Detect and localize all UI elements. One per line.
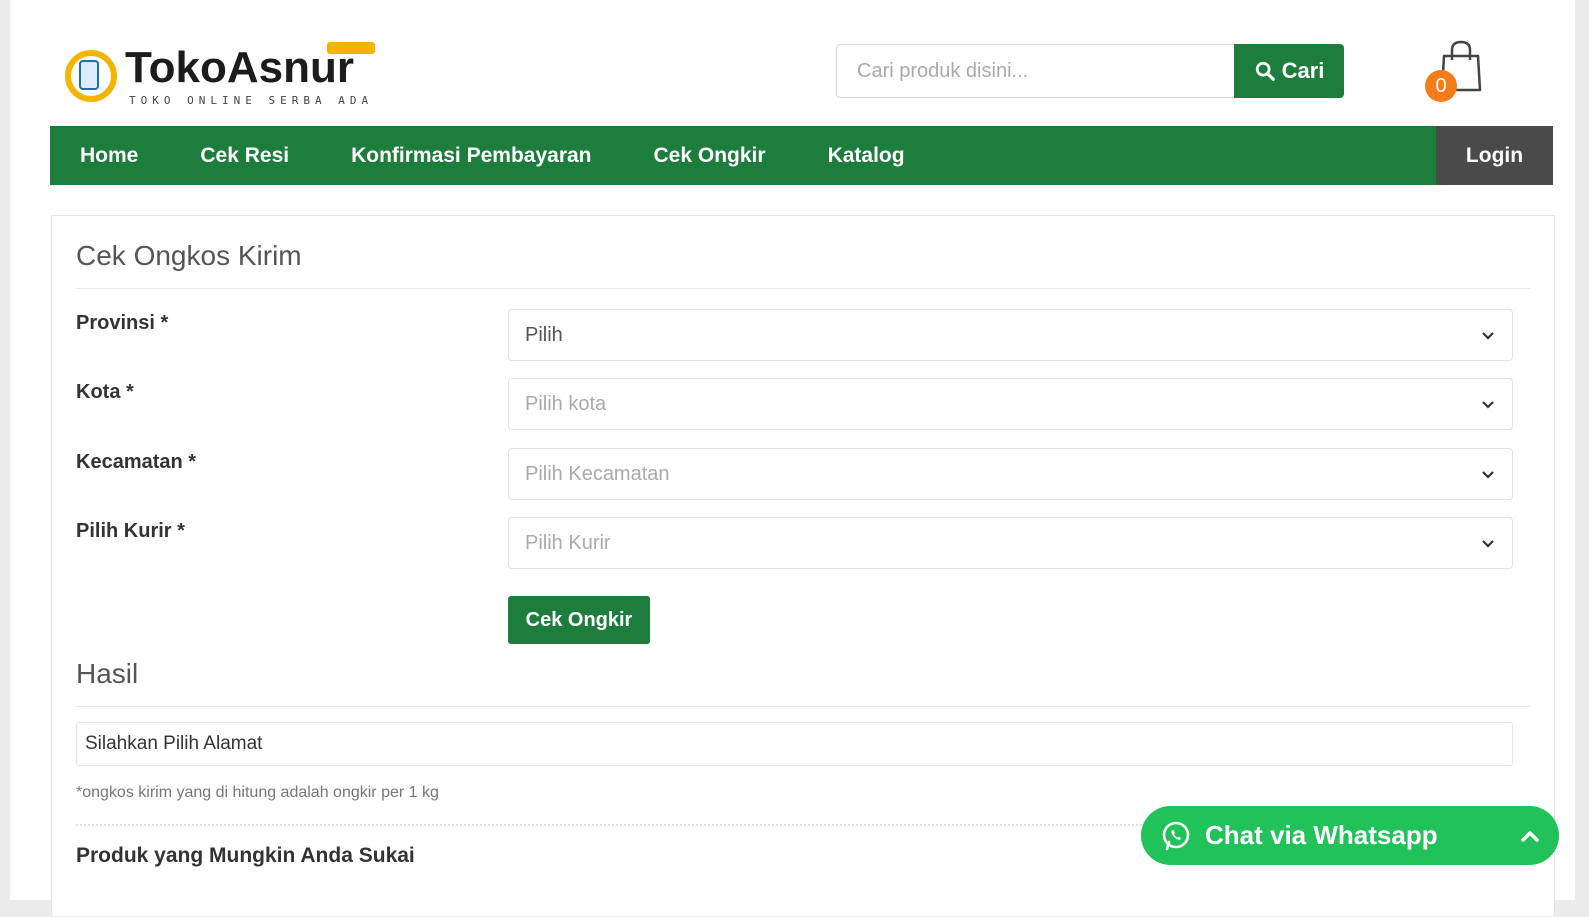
logo-text: TokoAsnur (125, 43, 354, 92)
logo-tagline: TOKO ONLINE SERBA ADA (129, 94, 374, 107)
divider (76, 706, 1530, 707)
login-button[interactable]: Login (1436, 126, 1553, 185)
district-select-value: Pilih Kecamatan (525, 462, 670, 485)
related-products-title: Produk yang Mungkin Anda Sukai (76, 844, 415, 867)
result-title: Hasil (76, 658, 139, 689)
main-nav: Home Cek Resi Konfirmasi Pembayaran Cek … (50, 126, 1553, 185)
cart-count-badge: 0 (1425, 70, 1457, 102)
result-box: Silahkan Pilih Alamat (76, 722, 1513, 766)
courier-select[interactable]: Pilih Kurir (508, 517, 1513, 569)
whatsapp-chat-button[interactable]: Chat via Whatsapp (1141, 806, 1559, 865)
city-select[interactable]: Pilih kota (508, 378, 1513, 430)
page-title: Cek Ongkos Kirim (76, 240, 302, 271)
nav-item-cek-ongkir[interactable]: Cek Ongkir (623, 126, 797, 185)
nav-item-home[interactable]: Home (50, 126, 169, 185)
chevron-down-icon (1482, 540, 1494, 548)
cek-ongkir-button[interactable]: Cek Ongkir (508, 596, 650, 644)
district-select[interactable]: Pilih Kecamatan (508, 448, 1513, 500)
province-label: Provinsi * (76, 312, 169, 334)
city-select-value: Pilih kota (525, 392, 607, 415)
province-select-value: Pilih (525, 323, 563, 346)
shipping-note: *ongkos kirim yang di hitung adalah ongk… (76, 784, 439, 801)
whatsapp-icon (1162, 821, 1190, 850)
whatsapp-chat-label: Chat via Whatsapp (1205, 820, 1438, 850)
chevron-down-icon (1482, 471, 1494, 479)
nav-item-cek-resi[interactable]: Cek Resi (169, 126, 320, 185)
chevron-down-icon (1482, 332, 1494, 340)
search-button[interactable]: Cari (1234, 44, 1344, 98)
search-icon (1255, 61, 1275, 81)
search-button-label: Cari (1281, 58, 1325, 83)
divider (76, 288, 1530, 289)
chevron-down-icon (1482, 401, 1494, 409)
search-input[interactable] (836, 44, 1234, 98)
search-bar: Cari (836, 44, 1344, 98)
cart-button[interactable]: 0 (1422, 36, 1492, 106)
district-label: Kecamatan * (76, 451, 197, 473)
logo-phone-icon (79, 60, 99, 90)
nav-item-katalog[interactable]: Katalog (797, 126, 936, 185)
page: TokoAsnur TOKO ONLINE SERBA ADA Cari 0 H… (10, 0, 1575, 917)
courier-select-value: Pilih Kurir (525, 531, 611, 554)
logo[interactable]: TokoAsnur TOKO ONLINE SERBA ADA (65, 38, 385, 114)
chevron-up-icon[interactable] (1519, 825, 1541, 847)
province-select[interactable]: Pilih (508, 309, 1513, 361)
nav-item-konfirmasi-pembayaran[interactable]: Konfirmasi Pembayaran (320, 126, 622, 185)
courier-label: Pilih Kurir * (76, 520, 185, 542)
city-label: Kota * (76, 381, 134, 403)
